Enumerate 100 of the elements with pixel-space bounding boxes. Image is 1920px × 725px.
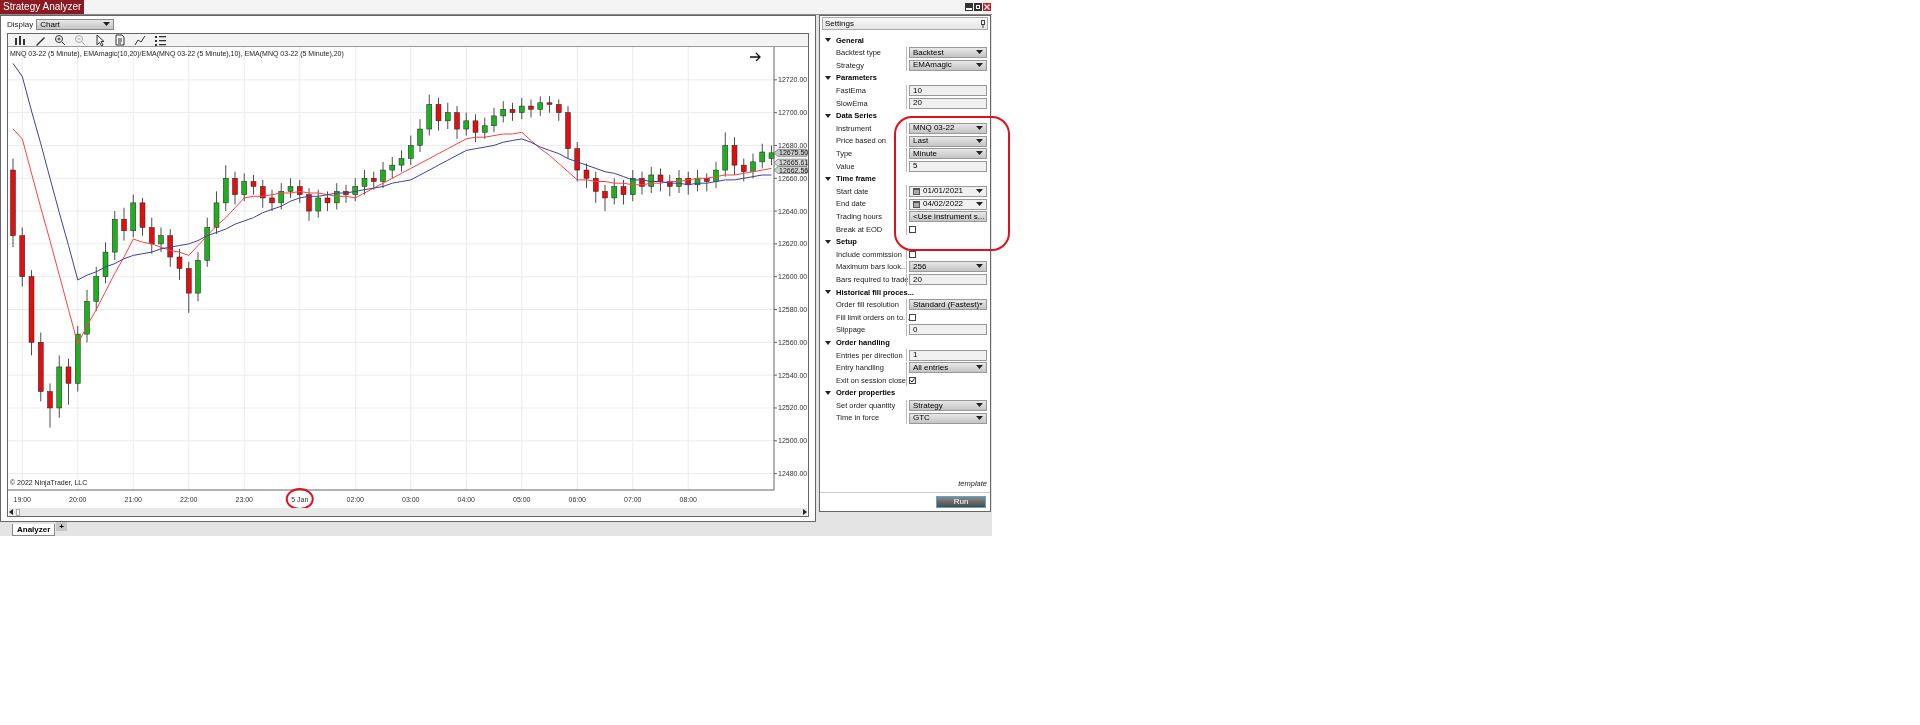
input-field[interactable]: 20	[909, 97, 987, 109]
candlestick	[741, 158, 747, 182]
dropdown[interactable]: Backtest	[909, 47, 987, 59]
calendar-icon	[913, 187, 920, 195]
candlestick	[509, 102, 516, 122]
candlestick	[611, 177, 617, 205]
checkbox[interactable]	[909, 225, 916, 233]
add-tab-button[interactable]: +	[56, 522, 68, 531]
candlestick	[315, 189, 321, 219]
input-field[interactable]: 5	[909, 160, 987, 172]
candlestick	[519, 97, 525, 120]
collapse-icon[interactable]	[825, 389, 831, 396]
candlestick	[657, 168, 664, 192]
scroll-left-icon[interactable]	[9, 509, 14, 515]
document-icon[interactable]	[114, 34, 126, 46]
dropdown[interactable]: <Use instrument s...	[909, 211, 987, 223]
candlestick	[417, 118, 423, 153]
scrollbar-thumb[interactable]	[16, 508, 20, 516]
collapse-icon[interactable]	[825, 289, 831, 296]
candlestick	[482, 117, 488, 140]
dropdown[interactable]: Standard (Fastest)	[909, 299, 987, 311]
candlestick	[352, 177, 358, 202]
candlestick	[380, 161, 386, 189]
arrow-icon	[749, 52, 761, 62]
candlestick	[287, 177, 294, 199]
collapse-icon[interactable]	[825, 238, 831, 245]
candlestick	[408, 135, 414, 166]
candlestick	[176, 248, 183, 281]
candlestick	[65, 358, 72, 406]
input-field[interactable]: 20	[909, 274, 987, 286]
candlestick	[759, 143, 765, 169]
collapse-icon[interactable]	[825, 175, 831, 182]
candlestick	[593, 171, 599, 204]
dropdown[interactable]: 256	[909, 261, 987, 273]
candlestick	[398, 149, 405, 173]
candlestick	[602, 184, 608, 212]
caret-icon	[976, 365, 983, 371]
minimize-button[interactable]	[965, 3, 973, 11]
pencil-icon[interactable]	[34, 34, 46, 46]
restore-button[interactable]	[974, 3, 982, 11]
display-label: Display	[7, 18, 34, 31]
candlestick	[269, 189, 275, 212]
caret-icon	[103, 22, 111, 27]
candlestick	[731, 136, 738, 176]
checkbox[interactable]	[909, 313, 916, 321]
zoom-in-icon[interactable]	[54, 34, 66, 46]
candlestick	[232, 171, 238, 205]
dropdown[interactable]: Last	[909, 135, 987, 147]
pointer-icon[interactable]	[94, 34, 106, 46]
candlestick	[250, 174, 257, 196]
panel-title: Settings	[825, 17, 854, 30]
candlestick	[620, 179, 627, 205]
candlestick	[435, 97, 442, 132]
date-picker[interactable]: 04/02/2022	[909, 198, 987, 210]
candlestick	[241, 172, 247, 202]
input-field[interactable]: 10	[909, 85, 987, 97]
input-field[interactable]: 1	[909, 349, 987, 361]
checkbox[interactable]	[909, 376, 916, 384]
candlestick	[361, 169, 368, 196]
run-button[interactable]: Run	[936, 496, 986, 508]
bar-chart-icon[interactable]	[14, 34, 26, 46]
dropdown[interactable]: All entries	[909, 362, 987, 374]
candlestick	[167, 228, 173, 268]
collapse-icon[interactable]	[825, 339, 831, 346]
candlestick	[371, 171, 377, 191]
candlestick	[491, 107, 497, 133]
input-field[interactable]: 0	[909, 324, 987, 336]
caret-icon	[976, 264, 983, 270]
checkbox[interactable]	[909, 250, 916, 258]
candlestick	[537, 95, 543, 117]
pin-icon[interactable]	[981, 19, 985, 28]
dropdown[interactable]: GTC	[909, 412, 987, 424]
candlestick	[463, 112, 469, 136]
candlestick	[454, 105, 460, 140]
candlestick	[121, 207, 127, 242]
indicator-icon[interactable]	[134, 34, 146, 46]
date-picker[interactable]: 01/01/2021	[909, 185, 987, 197]
candlestick	[750, 153, 756, 179]
collapse-icon[interactable]	[825, 112, 831, 119]
candlestick	[306, 187, 312, 222]
candlestick	[149, 217, 155, 255]
candlestick	[546, 95, 553, 114]
close-button[interactable]	[983, 3, 991, 11]
dropdown[interactable]: MNQ 03-22	[909, 122, 987, 134]
candlestick	[260, 179, 266, 209]
dropdown[interactable]: EMAmagic	[909, 60, 987, 71]
window-title: Strategy Analyzer	[0, 0, 85, 14]
scroll-right-icon[interactable]	[802, 509, 807, 515]
dropdown[interactable]: Strategy	[909, 400, 987, 411]
candlestick	[574, 141, 580, 182]
candlestick	[528, 99, 534, 118]
calendar-icon	[913, 200, 920, 208]
display-dropdown[interactable]: Chart	[36, 19, 115, 30]
candlestick	[158, 227, 164, 253]
dropdown[interactable]: Minute	[909, 148, 987, 160]
analyzer-tab[interactable]: Analyzer	[12, 524, 56, 536]
collapse-icon[interactable]	[825, 37, 831, 44]
candlestick	[583, 163, 590, 189]
list-icon[interactable]	[154, 34, 166, 46]
collapse-icon[interactable]	[825, 75, 831, 82]
